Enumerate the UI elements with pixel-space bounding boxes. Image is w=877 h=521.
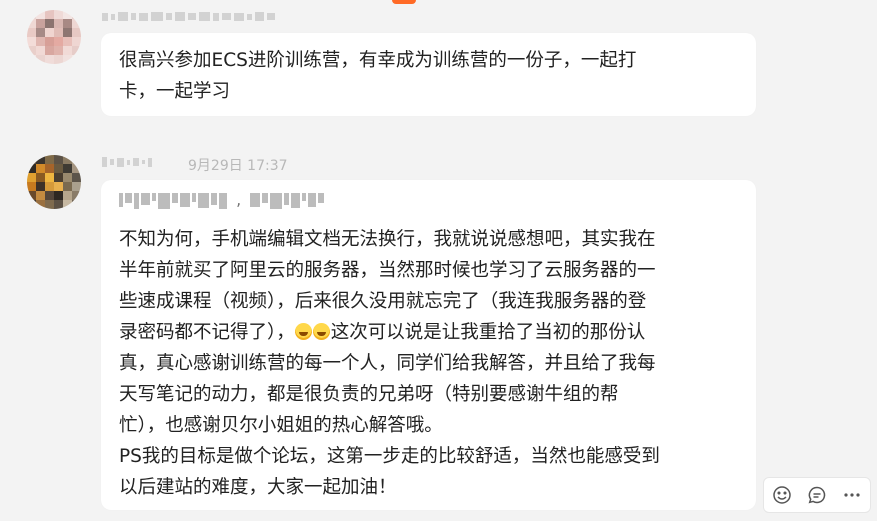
accent-mark	[392, 0, 416, 4]
more-icon	[844, 493, 860, 497]
smile-emoji	[294, 323, 312, 340]
author-name-redacted	[102, 157, 152, 167]
message-text: 不知为何，手机端编辑文档无法换行，我就说说感想吧，其实我在 半年前就买了阿里云的…	[119, 224, 660, 503]
more-button[interactable]	[839, 482, 865, 508]
redacted-line: ,	[119, 190, 325, 209]
message-timestamp: 9月29日 17:37	[188, 158, 288, 174]
message-text-part: 这次可以说是让我重拾了当初的那份认 真，真心感谢训练营的每一个人，同学们给我解答…	[119, 322, 660, 498]
comment-icon	[808, 486, 826, 504]
emoji-reaction-button[interactable]	[769, 482, 795, 508]
emoji-reaction-icon	[772, 486, 791, 504]
message-bubble[interactable]: 很高兴参加ECS进阶训练营，有幸成为训练营的一份子，一起打 卡，一起学习	[101, 33, 756, 116]
avatar[interactable]	[27, 10, 81, 64]
author-name-redacted	[102, 12, 275, 21]
avatar[interactable]	[27, 155, 81, 209]
comment-button[interactable]	[804, 482, 830, 508]
smile-emoji	[312, 323, 330, 340]
message-text: 很高兴参加ECS进阶训练营，有幸成为训练营的一份子，一起打 卡，一起学习	[119, 50, 637, 102]
message-bubble[interactable]: , 不知为何，手机端编辑文档无法换行，我就说说感想吧，其实我在 半年前就买了阿里…	[101, 180, 756, 510]
message-action-bar	[763, 477, 871, 513]
